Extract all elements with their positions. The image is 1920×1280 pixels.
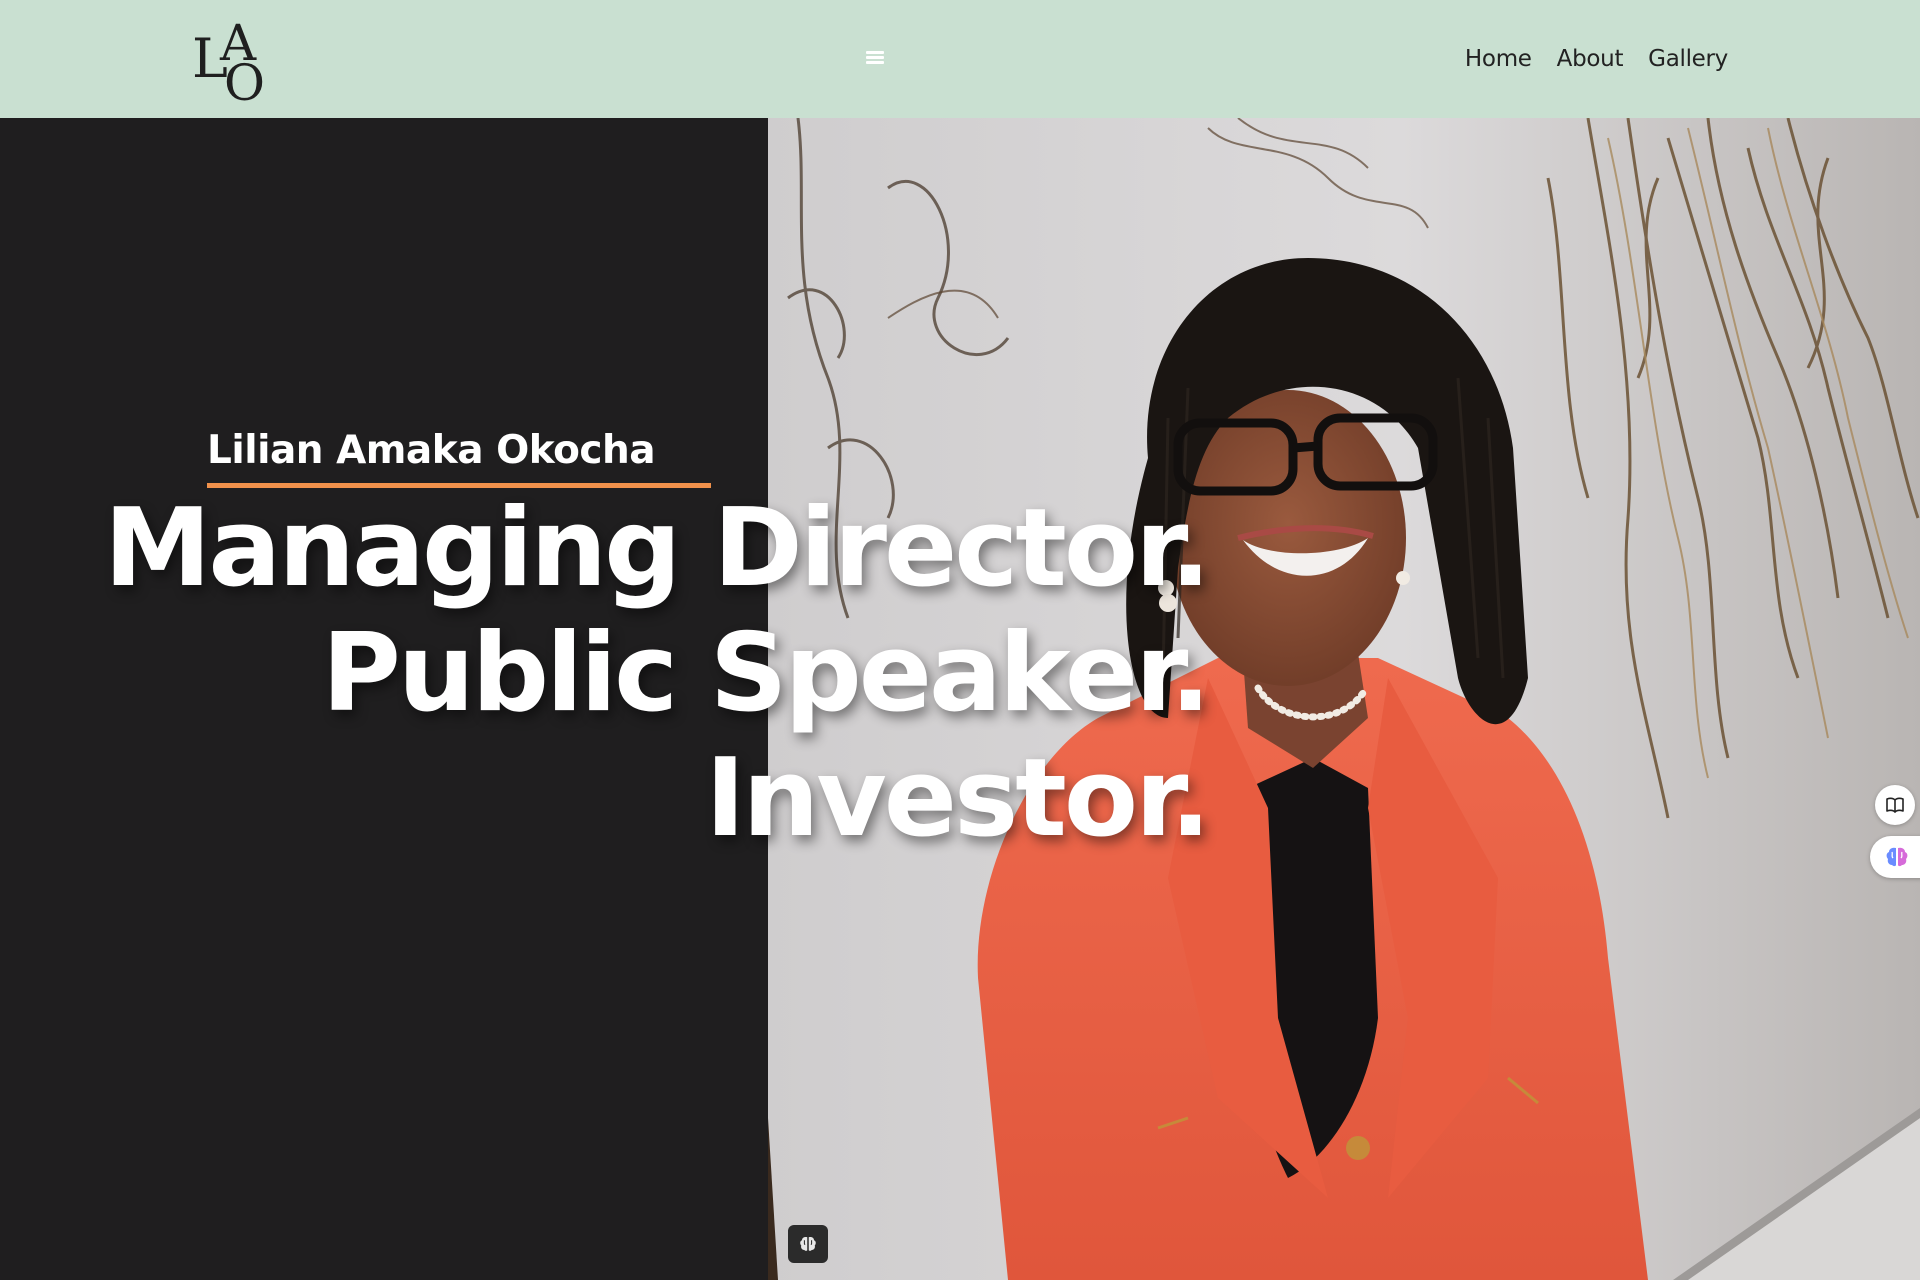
headline-line-3: Investor. — [705, 736, 1211, 861]
headline-line-1: Managing Director. — [103, 486, 1211, 611]
nav-link-home[interactable]: Home — [1465, 46, 1532, 72]
logo-letter-o: O — [224, 54, 265, 112]
main-nav: Home About Gallery — [1465, 0, 1728, 118]
nav-link-gallery[interactable]: Gallery — [1648, 46, 1728, 72]
site-logo[interactable]: L A O — [190, 18, 270, 112]
brain-icon[interactable] — [1870, 836, 1920, 878]
hamburger-menu-icon[interactable] — [866, 51, 884, 65]
site-header: L A O Home About Gallery — [0, 0, 1920, 118]
hero-name: Lilian Amaka Okocha — [207, 428, 656, 473]
book-icon[interactable] — [1875, 785, 1915, 825]
hero-headline: Managing Director. Public Speaker. Inves… — [103, 486, 1211, 861]
nav-link-about[interactable]: About — [1557, 46, 1624, 72]
brain-icon[interactable] — [788, 1225, 828, 1263]
headline-line-2: Public Speaker. — [321, 611, 1211, 736]
